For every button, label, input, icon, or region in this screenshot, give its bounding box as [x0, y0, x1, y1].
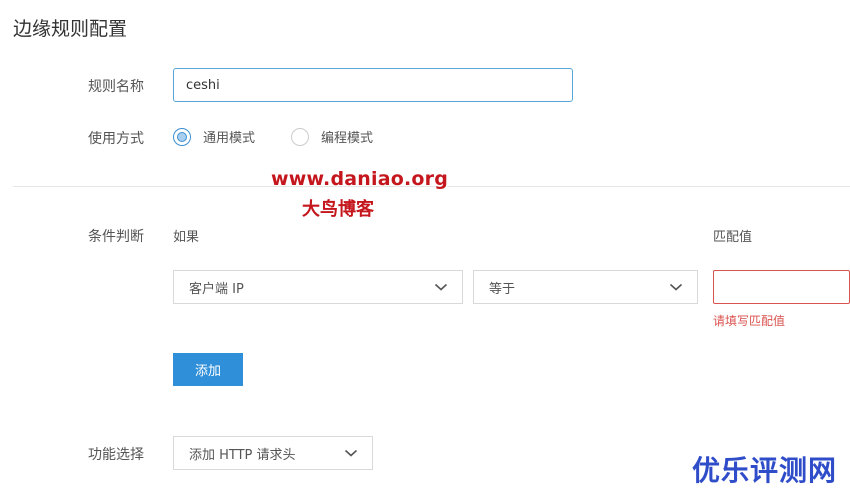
rule-name-label: 规则名称 [88, 79, 144, 95]
radio-programming-mode[interactable]: 编程模式 [291, 127, 373, 146]
usage-mode-label: 使用方式 [88, 131, 144, 147]
add-condition-button[interactable]: 添加 [173, 353, 243, 386]
watermark-name: 大鸟博客 [302, 199, 374, 220]
radio-general-mode-label: 通用模式 [203, 131, 256, 146]
watermark-corner: 优乐评测网 [692, 454, 838, 487]
rule-name-input[interactable] [173, 68, 573, 102]
if-label: 如果 [173, 230, 200, 245]
chevron-down-icon [434, 283, 448, 291]
radio-general-mode[interactable]: 通用模式 [173, 127, 255, 146]
radio-checked-icon [173, 127, 191, 146]
operator-select[interactable]: 等于 [473, 270, 698, 304]
radio-unchecked-icon [291, 127, 309, 146]
condition-field-select[interactable]: 客户端 IP [173, 270, 463, 304]
page-title: 边缘规则配置 [13, 18, 128, 40]
operator-value: 等于 [489, 281, 516, 297]
chevron-down-icon [344, 449, 358, 457]
condition-label: 条件判断 [88, 229, 144, 245]
match-value-label: 匹配值 [713, 230, 753, 245]
match-value-error: 请填写匹配值 [713, 314, 786, 328]
feature-select-label: 功能选择 [88, 447, 144, 463]
watermark-url: www.daniao.org [271, 168, 449, 190]
feature-select[interactable]: 添加 HTTP 请求头 [173, 436, 373, 470]
chevron-down-icon [669, 283, 683, 291]
radio-programming-mode-label: 编程模式 [321, 131, 374, 146]
condition-field-value: 客户端 IP [189, 281, 244, 297]
feature-select-value: 添加 HTTP 请求头 [189, 447, 296, 463]
match-value-input[interactable] [713, 270, 850, 304]
